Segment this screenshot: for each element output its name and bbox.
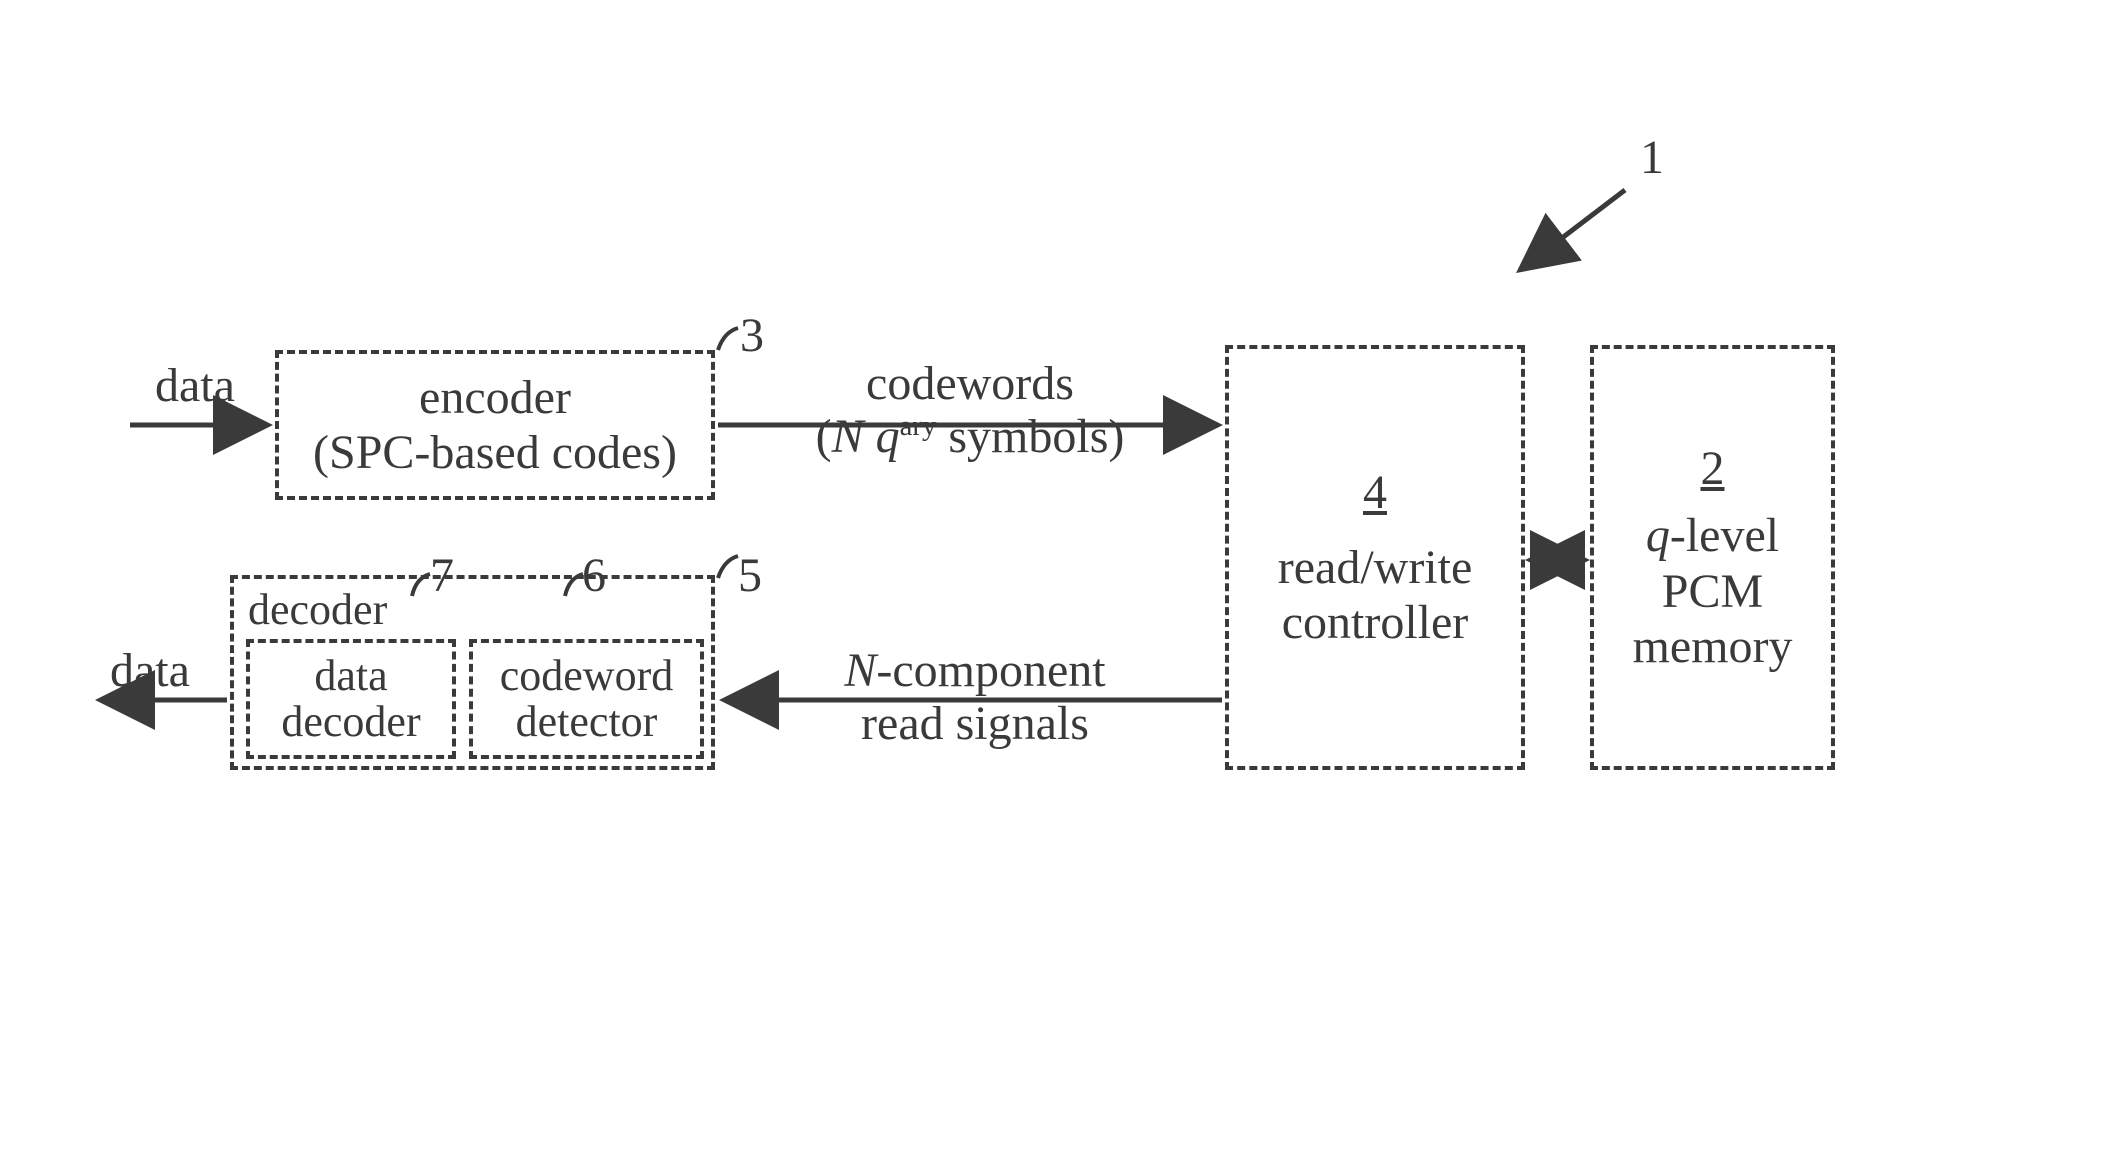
encoder-label-line2: (SPC-based codes) [313,425,677,480]
controller-label: read/write controller [1278,540,1473,650]
ref-number-3: 3 [740,308,764,363]
memory-block: 2 q-level PCM memory [1590,345,1835,770]
codeword-detector-label: codeword detector [500,653,674,745]
controller-ref: 4 [1363,465,1387,520]
ref-number-6: 6 [582,548,606,603]
data-out-label: data [110,645,190,698]
ref-number-5: 5 [738,548,762,603]
encoder-block: encoder (SPC-based codes) [275,350,715,500]
memory-line1: q-level [1646,508,1779,563]
data-decoder-block: data decoder [246,639,456,759]
codewords-label: codewords (N qary symbols) [780,358,1160,464]
codewords-line1: codewords [780,358,1160,411]
memory-line2: PCM [1662,564,1763,619]
data-decoder-label: data decoder [281,653,420,745]
data-in-label: data [155,360,235,413]
memory-line3: memory [1633,619,1793,674]
read-line1: N-component [775,645,1175,698]
decoder-block: decoder data decoder codeword detector [230,575,715,770]
read-line2: read signals [775,698,1175,751]
codewords-line2: (N qary symbols) [780,411,1160,464]
codeword-detector-block: codeword detector [469,639,704,759]
ref-number-1: 1 [1640,130,1664,185]
read-signals-label: N-component read signals [775,645,1175,751]
ref-number-7: 7 [430,548,454,603]
memory-ref: 2 [1701,441,1725,496]
decoder-title: decoder [248,585,387,636]
encoder-label-line1: encoder [419,370,571,425]
controller-block: 4 read/write controller [1225,345,1525,770]
